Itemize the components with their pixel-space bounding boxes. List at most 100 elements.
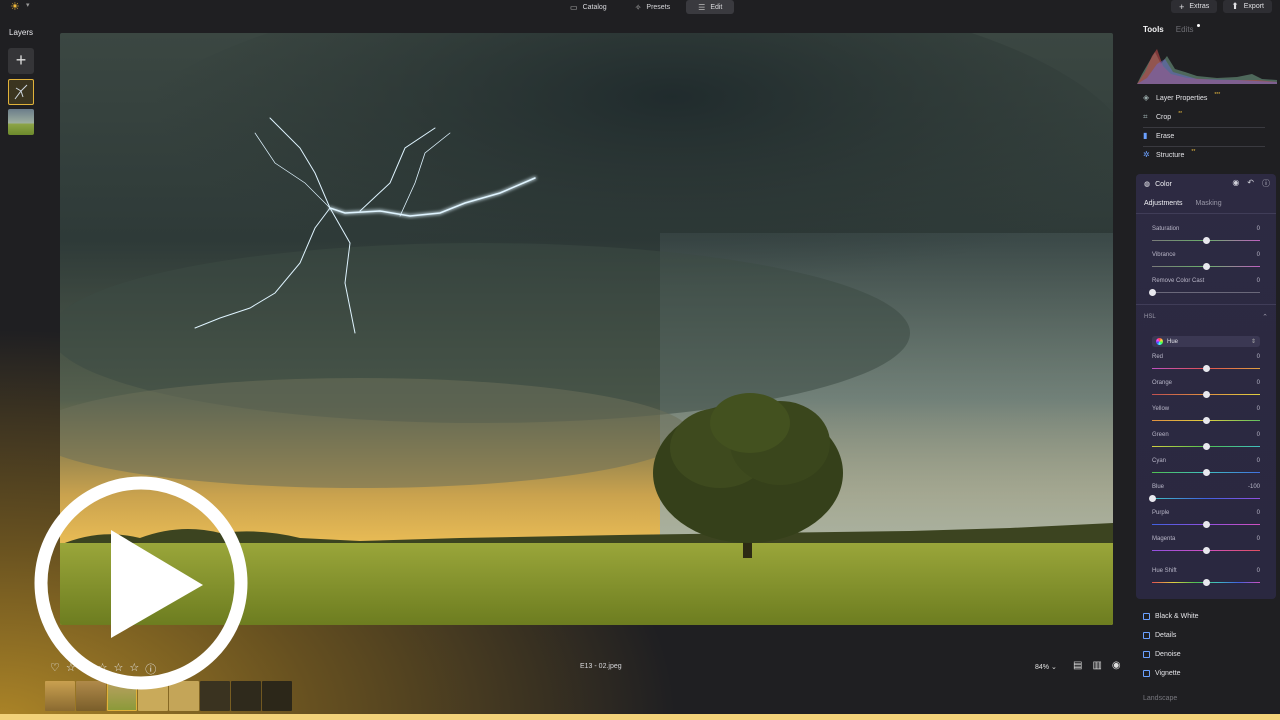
tab-masking[interactable]: Masking [1196, 200, 1222, 207]
slider-handle[interactable] [1203, 521, 1210, 528]
slider-purple[interactable]: Purple 0 [1152, 510, 1260, 534]
details-icon [1143, 632, 1150, 639]
tool-structure[interactable]: ✲ Structure ** [1143, 149, 1196, 159]
tool-erase[interactable]: ▮ Erase [1143, 132, 1174, 140]
color-panel-title: Color [1155, 180, 1172, 188]
color-panel: ◍ Color ◉ ↶ ⓘ Adjustments Masking HSL ⌃ … [1136, 174, 1276, 599]
tool-denoise-label: Denoise [1155, 651, 1181, 658]
nav-catalog-label: Catalog [582, 3, 607, 11]
hue-select-value: Hue [1167, 338, 1179, 345]
undo-icon[interactable]: ↶ [1247, 178, 1254, 189]
slider-value: 0 [1256, 380, 1260, 386]
slider-label: Magenta [1152, 536, 1176, 542]
section-landscape: Landscape [1143, 695, 1178, 702]
tool-black-white[interactable]: Black & White [1143, 613, 1199, 620]
slider-value: 0 [1256, 406, 1260, 412]
tool-vignette-label: Vignette [1155, 670, 1181, 677]
slider-handle[interactable] [1203, 263, 1210, 270]
tool-crop-label: Crop [1156, 113, 1172, 121]
tab-tools[interactable]: Tools [1143, 25, 1164, 34]
nav-presets-label: Presets [646, 3, 671, 11]
zoom-level[interactable]: 84% ⌄ [1035, 663, 1057, 671]
slider-green[interactable]: Green 0 [1152, 432, 1260, 456]
slider-handle[interactable] [1203, 237, 1210, 244]
slider-track[interactable] [1152, 292, 1260, 293]
eye-icon[interactable]: ◉ [1232, 178, 1239, 189]
color-palette-icon: ◍ [1144, 181, 1151, 188]
tool-details-label: Details [1155, 632, 1177, 639]
slider-value: 0 [1256, 536, 1260, 542]
slider-cyan[interactable]: Cyan 0 [1152, 458, 1260, 482]
add-layer-button[interactable]: + [8, 48, 34, 74]
tool-crop[interactable]: ⌗ Crop ** [1143, 111, 1182, 121]
hue-select[interactable]: Hue ⇕ [1152, 336, 1260, 347]
layer-thumb-landscape[interactable] [8, 109, 34, 135]
slider-label: Yellow [1152, 406, 1170, 412]
slider-handle[interactable] [1149, 289, 1156, 296]
tool-details[interactable]: Details [1143, 632, 1176, 639]
slider-value: 0 [1256, 226, 1260, 232]
eye-icon[interactable]: ◉ [1112, 660, 1121, 671]
slider-hue-shift[interactable]: Hue Shift 0 [1152, 568, 1260, 592]
layer-thumb-lightning[interactable] [8, 79, 34, 105]
slider-value: 0 [1256, 432, 1260, 438]
sun-logo-icon[interactable]: ☀ [10, 1, 24, 13]
slider-label: Blue [1152, 484, 1165, 490]
right-panel: Tools Edits ◈ Layer Properties *** ⌗ Crop… [1136, 0, 1280, 720]
divider [1143, 127, 1265, 128]
bottom-accent-strip [0, 714, 1280, 720]
color-wheel-icon [1156, 338, 1163, 345]
nav-presets[interactable]: ✧ Presets [623, 0, 682, 14]
chevron-down-icon[interactable]: ▾ [26, 1, 30, 9]
nav-catalog[interactable]: ▭ Catalog [558, 0, 619, 14]
slider-label: Green [1152, 432, 1169, 438]
tab-edits[interactable]: Edits [1176, 25, 1194, 34]
main-nav: ▭ Catalog ✧ Presets ☰ Edit [558, 0, 735, 14]
slider-handle[interactable] [1203, 391, 1210, 398]
slider-vibrance[interactable]: Vibrance 0 [1152, 252, 1260, 276]
slider-yellow[interactable]: Yellow 0 [1152, 406, 1260, 430]
tool-vignette[interactable]: Vignette [1143, 670, 1181, 677]
slider-magenta[interactable]: Magenta 0 [1152, 536, 1260, 560]
divider [1136, 304, 1276, 305]
slider-track[interactable] [1152, 498, 1260, 499]
slider-handle[interactable] [1149, 495, 1156, 502]
hsl-section-label: HSL [1144, 314, 1156, 320]
structure-icon: ✲ [1143, 150, 1150, 159]
slider-handle[interactable] [1203, 469, 1210, 476]
vignette-icon [1143, 670, 1150, 677]
crop-icon: ⌗ [1143, 112, 1148, 121]
nav-edit[interactable]: ☰ Edit [686, 0, 735, 14]
slider-value: -100 [1247, 484, 1260, 490]
tool-denoise[interactable]: Denoise [1143, 651, 1181, 658]
top-bar: ☀ ▾ ▭ Catalog ✧ Presets ☰ Edit + Extras … [0, 0, 1280, 14]
film-thumb[interactable] [262, 681, 292, 711]
compare-view-icon[interactable]: ▤ [1073, 660, 1082, 671]
play-button-icon[interactable] [33, 475, 249, 691]
tab-adjustments[interactable]: Adjustments [1144, 200, 1183, 207]
premium-stars: ** [1191, 149, 1196, 155]
slider-value: 0 [1256, 458, 1260, 464]
tool-black-white-label: Black & White [1155, 613, 1199, 620]
slider-orange[interactable]: Orange 0 [1152, 380, 1260, 404]
slider-handle[interactable] [1203, 443, 1210, 450]
file-name: E13 - 02.jpeg [580, 663, 622, 670]
info-icon[interactable]: ⓘ [1262, 178, 1270, 189]
split-view-icon[interactable]: ▥ [1092, 660, 1101, 671]
slider-value: 0 [1256, 354, 1260, 360]
tool-layer-properties[interactable]: ◈ Layer Properties *** [1143, 92, 1220, 102]
slider-handle[interactable] [1203, 579, 1210, 586]
slider-label: Hue Shift [1152, 568, 1177, 574]
slider-blue[interactable]: Blue -100 [1149, 484, 1260, 508]
slider-remove-color-cast[interactable]: Remove Color Cast 0 [1149, 278, 1260, 302]
slider-label: Orange [1152, 380, 1173, 386]
slider-handle[interactable] [1203, 417, 1210, 424]
slider-label: Remove Color Cast [1152, 278, 1205, 284]
chevron-up-icon[interactable]: ⌃ [1262, 313, 1268, 321]
slider-handle[interactable] [1203, 365, 1210, 372]
slider-label: Cyan [1152, 458, 1167, 464]
slider-red[interactable]: Red 0 [1152, 354, 1260, 378]
slider-saturation[interactable]: Saturation 0 [1152, 226, 1260, 250]
denoise-icon [1143, 651, 1150, 658]
slider-handle[interactable] [1203, 547, 1210, 554]
